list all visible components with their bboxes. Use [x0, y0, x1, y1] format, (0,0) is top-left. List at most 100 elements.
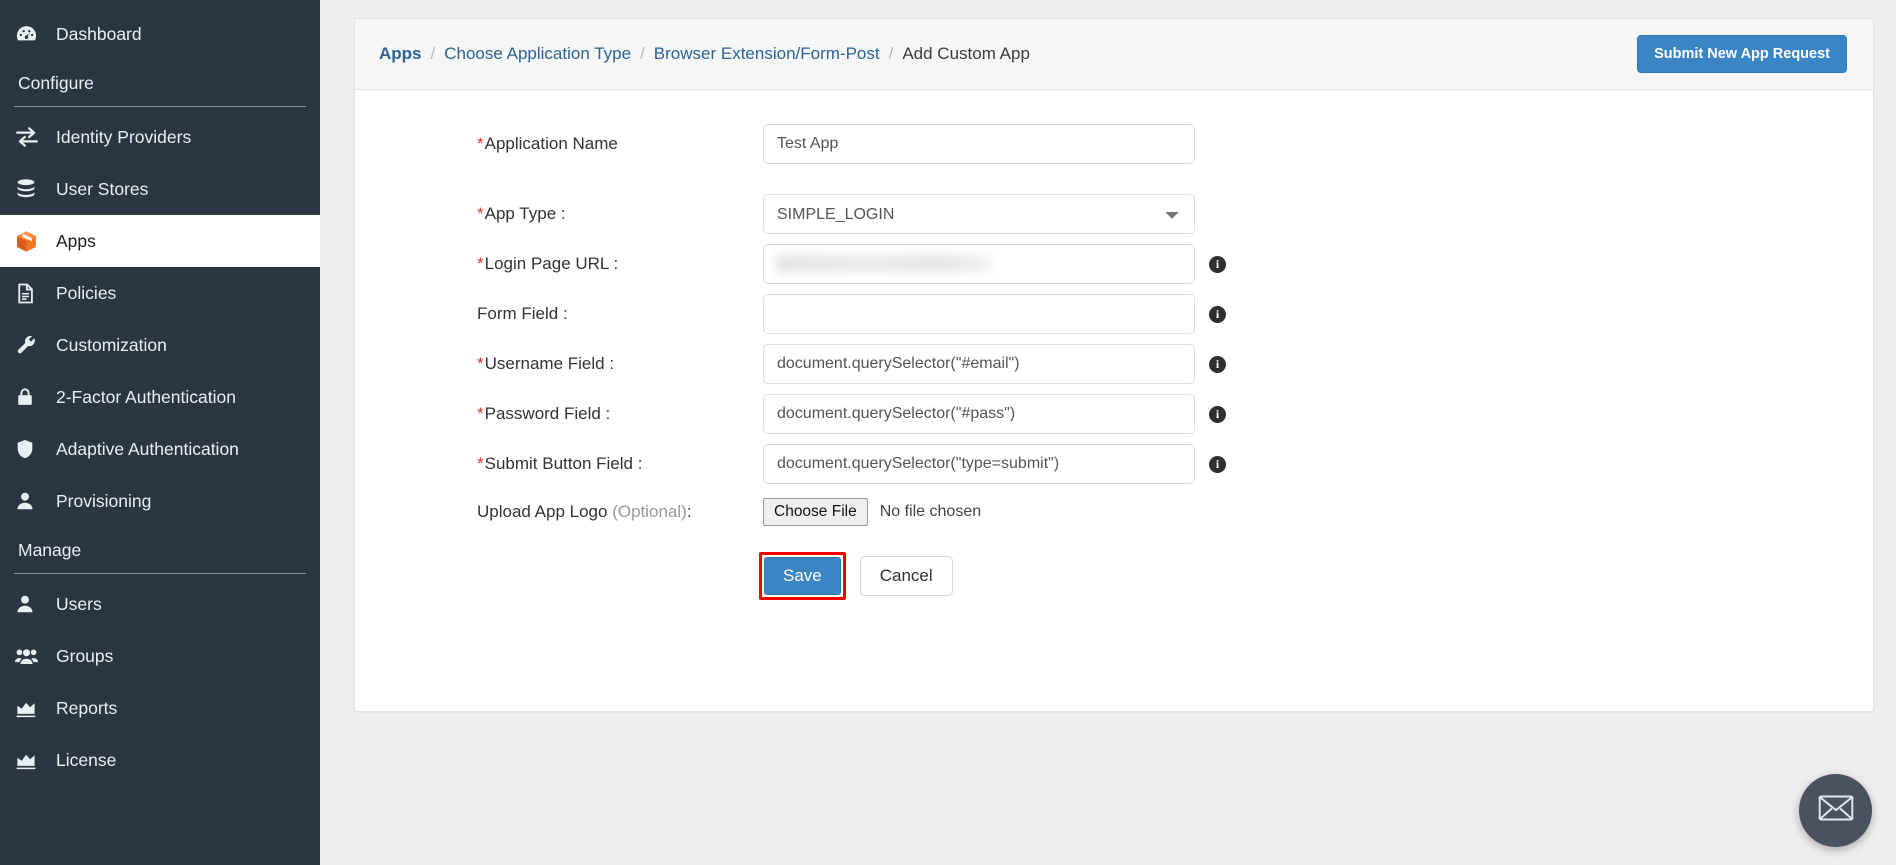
info-icon[interactable]: i — [1209, 255, 1226, 273]
users-group-icon — [14, 644, 56, 669]
sidebar-item-label: Identity Providers — [56, 126, 192, 147]
sidebar: Dashboard Configure Identity Providers U… — [0, 0, 320, 865]
card-header: Apps / Choose Application Type / Browser… — [355, 19, 1873, 90]
label-username-field: *Username Field : — [411, 354, 763, 374]
info-icon[interactable]: i — [1209, 355, 1226, 373]
breadcrumb-separator: / — [888, 44, 894, 63]
breadcrumb-item-browser-extension-form-post[interactable]: Browser Extension/Form-Post — [654, 44, 880, 64]
submit-new-app-request-button[interactable]: Submit New App Request — [1637, 35, 1847, 73]
sidebar-item-label: Reports — [56, 697, 118, 718]
form-row-password-field: *Password Field : i — [355, 394, 1873, 434]
sidebar-item-label: Apps — [56, 230, 96, 251]
sidebar-divider — [14, 106, 306, 107]
breadcrumb-item-add-custom-app: Add Custom App — [902, 44, 1030, 63]
exchange-arrows-icon — [14, 124, 56, 150]
breadcrumb-item-choose-application-type[interactable]: Choose Application Type — [444, 44, 631, 64]
breadcrumb-separator: / — [430, 44, 436, 63]
save-button-highlight: Save — [759, 552, 846, 600]
choose-file-button[interactable]: Choose File — [763, 498, 868, 526]
sidebar-section-configure: Configure — [18, 73, 94, 93]
sidebar-item-label: Provisioning — [56, 490, 152, 511]
form-field-input[interactable] — [763, 294, 1195, 334]
username-field-input[interactable] — [763, 344, 1195, 384]
sidebar-divider — [14, 573, 306, 574]
sidebar-item-label: Customization — [56, 334, 167, 355]
sidebar-item-label: Dashboard — [56, 23, 142, 44]
save-button[interactable]: Save — [764, 557, 841, 595]
sidebar-item-users[interactable]: Users — [0, 578, 320, 630]
user-icon — [14, 490, 56, 512]
app-type-select[interactable]: SIMPLE_LOGIN — [763, 194, 1195, 234]
cancel-button[interactable]: Cancel — [859, 556, 953, 596]
label-colon: : — [686, 502, 692, 521]
mail-envelope-icon — [1816, 788, 1856, 833]
form-actions: Save Cancel — [355, 552, 1873, 600]
form-row-username-field: *Username Field : i — [355, 344, 1873, 384]
field-password-field: i — [763, 394, 1226, 434]
info-icon[interactable]: i — [1209, 405, 1226, 423]
orange-cube-icon — [14, 229, 56, 254]
breadcrumb-separator: / — [640, 44, 645, 63]
sidebar-item-identity-providers[interactable]: Identity Providers — [0, 111, 320, 163]
sidebar-item-user-stores[interactable]: User Stores — [0, 163, 320, 215]
label-optional: (Optional) — [612, 502, 687, 521]
form-row-form-field: Form Field : i — [355, 294, 1873, 334]
mail-fab-button[interactable] — [1799, 774, 1872, 847]
info-icon[interactable]: i — [1209, 305, 1226, 323]
label-login-page-url: *Login Page URL : — [411, 254, 763, 274]
label-text: Username Field : — [484, 354, 615, 373]
label-text: Password Field : — [484, 404, 611, 423]
sidebar-item-dashboard[interactable]: Dashboard — [0, 8, 320, 60]
breadcrumb-item-apps[interactable]: Apps — [379, 44, 422, 64]
sidebar-item-label: User Stores — [56, 178, 149, 199]
field-form-field: i — [763, 294, 1226, 334]
label-application-name: *Application Name — [411, 134, 763, 154]
form-row-login-page-url: *Login Page URL : i — [355, 244, 1873, 284]
sidebar-item-apps[interactable]: Apps — [0, 215, 320, 267]
app-root: Dashboard Configure Identity Providers U… — [0, 0, 1896, 865]
required-marker: * — [477, 254, 484, 273]
label-text: Login Page URL : — [484, 254, 619, 273]
sidebar-item-customization[interactable]: Customization — [0, 319, 320, 371]
required-marker: * — [477, 454, 484, 473]
add-custom-app-card: Apps / Choose Application Type / Browser… — [354, 18, 1874, 712]
field-upload-app-logo: Choose File No file chosen — [763, 498, 981, 526]
sidebar-item-label: License — [56, 749, 117, 770]
sidebar-item-label: Users — [56, 593, 102, 614]
label-text: App Type : — [484, 204, 566, 223]
required-marker: * — [477, 134, 484, 153]
database-stack-icon — [14, 177, 56, 201]
sidebar-item-provisioning[interactable]: Provisioning — [0, 475, 320, 527]
sidebar-item-policies[interactable]: Policies — [0, 267, 320, 319]
field-app-type: SIMPLE_LOGIN — [763, 194, 1195, 234]
application-name-input[interactable] — [763, 124, 1195, 164]
main-content: Apps / Choose Application Type / Browser… — [320, 0, 1896, 865]
sidebar-item-license[interactable]: License — [0, 734, 320, 786]
label-text: Upload App Logo — [477, 502, 608, 521]
required-marker: * — [477, 354, 484, 373]
submit-button-field-input[interactable] — [763, 444, 1195, 484]
document-icon — [14, 282, 56, 305]
label-text: Form Field : — [477, 304, 568, 323]
card-body: *Application Name *App Type : SIMPLE_LOG… — [355, 90, 1873, 711]
label-text: Application Name — [484, 134, 618, 153]
info-icon[interactable]: i — [1209, 455, 1226, 473]
sidebar-item-2-factor-authentication[interactable]: 2-Factor Authentication — [0, 371, 320, 423]
chart-area-icon — [14, 748, 56, 772]
label-submit-button-field: *Submit Button Field : — [411, 454, 763, 474]
breadcrumb: Apps / Choose Application Type / Browser… — [379, 44, 1030, 64]
sidebar-item-label: Policies — [56, 282, 117, 303]
password-field-input[interactable] — [763, 394, 1195, 434]
sidebar-item-groups[interactable]: Groups — [0, 630, 320, 682]
lock-icon — [14, 386, 56, 408]
form-row-upload-app-logo: Upload App Logo (Optional): Choose File … — [355, 498, 1873, 526]
sidebar-item-adaptive-authentication[interactable]: Adaptive Authentication — [0, 423, 320, 475]
field-username-field: i — [763, 344, 1226, 384]
sidebar-section-manage: Manage — [18, 540, 82, 560]
sidebar-item-label: Adaptive Authentication — [56, 438, 239, 459]
form-row-app-type: *App Type : SIMPLE_LOGIN — [355, 194, 1873, 234]
redacted-url-value — [776, 255, 991, 272]
dashboard-gauge-icon — [14, 22, 56, 47]
wrench-icon — [14, 333, 56, 357]
sidebar-item-reports[interactable]: Reports — [0, 682, 320, 734]
